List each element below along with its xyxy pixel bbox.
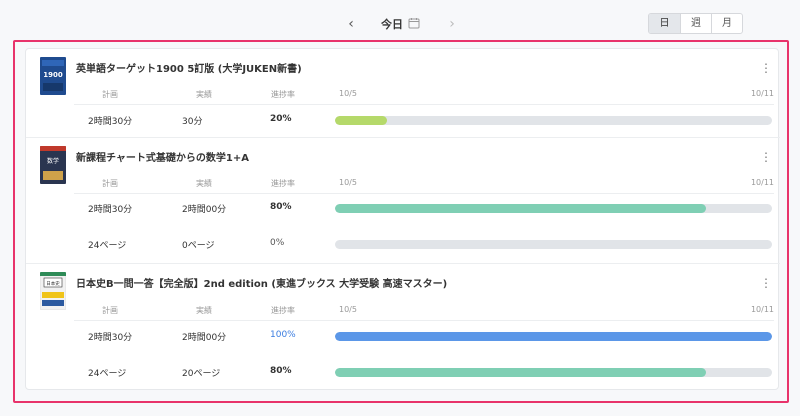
column-header: 計画 実績 進捗率 10/5 10/11: [74, 174, 774, 194]
start-date: 10/5: [339, 305, 357, 314]
current-date-label: 今日: [381, 18, 403, 31]
book-cover-image: 数学: [40, 146, 66, 184]
plan-value: 2時間30分: [88, 333, 133, 343]
progress-fill: [335, 368, 707, 377]
cover-text: 数学: [47, 157, 59, 165]
study-plan-card: 1900 英単語ターゲット1900 5訂版 (大学JUKEN新書) ⋮ 計画 実…: [25, 48, 780, 391]
more-options-icon[interactable]: ⋮: [760, 61, 772, 75]
book-title[interactable]: 新課程チャート式基礎からの数学1+A: [76, 149, 249, 164]
plan-value: 2時間30分: [88, 205, 133, 215]
actual-value: 20ページ: [182, 369, 221, 379]
start-date: 10/5: [339, 178, 357, 187]
end-date: 10/11: [750, 89, 774, 98]
progress-row: 24ページ 20ページ 80%: [74, 365, 774, 381]
header-plan: 計画: [102, 179, 118, 188]
book-title[interactable]: 日本史B一問一答【完全版】2nd edition (東進ブックス 大学受験 高速…: [76, 275, 447, 290]
more-options-icon[interactable]: ⋮: [760, 150, 772, 164]
more-options-icon[interactable]: ⋮: [760, 276, 772, 290]
progress-fill: [335, 204, 707, 213]
header-rate: 進捗率: [271, 179, 295, 188]
end-date: 10/11: [750, 178, 774, 187]
next-day-button[interactable]: ›: [444, 15, 460, 33]
rate-value: 80%: [270, 202, 292, 212]
end-date: 10/11: [750, 305, 774, 314]
progress-row: 2時間30分 2時間00分 80%: [74, 201, 774, 217]
actual-value: 2時間00分: [182, 205, 227, 215]
cover-text: 1900: [43, 71, 63, 79]
progress-track: [335, 332, 772, 341]
header-actual: 実績: [196, 90, 212, 99]
rate-value: 100%: [270, 330, 296, 340]
cover-text: 日本史: [46, 280, 60, 287]
actual-value: 2時間00分: [182, 333, 227, 343]
prev-day-button[interactable]: ‹: [343, 15, 359, 33]
rate-value: 80%: [270, 366, 292, 376]
book-entry: 日本史 日本史B一問一答【完全版】2nd edition (東進ブックス 大学受…: [26, 264, 780, 391]
progress-track: [335, 368, 772, 377]
actual-value: 0ページ: [182, 241, 215, 251]
rate-value: 0%: [270, 238, 285, 248]
progress-row: 2時間30分 2時間00分 100%: [74, 329, 774, 345]
book-title[interactable]: 英単語ターゲット1900 5訂版 (大学JUKEN新書): [76, 60, 302, 75]
progress-track: [335, 204, 772, 213]
tab-day[interactable]: 日: [649, 14, 680, 33]
book-entry: 数学 新課程チャート式基礎からの数学1+A ⋮ 計画 実績 進捗率 10/5 1…: [26, 138, 780, 264]
actual-value: 30分: [182, 117, 203, 127]
header-actual: 実績: [196, 306, 212, 315]
book-cover-image: 日本史: [40, 272, 66, 310]
header-plan: 計画: [102, 306, 118, 315]
rate-value: 20%: [270, 114, 292, 124]
calendar-icon[interactable]: [408, 17, 420, 29]
book-entry: 1900 英単語ターゲット1900 5訂版 (大学JUKEN新書) ⋮ 計画 実…: [26, 49, 780, 138]
header-rate: 進捗率: [271, 306, 295, 315]
progress-row: 2時間30分 30分 20%: [74, 113, 774, 129]
progress-fill: [335, 116, 388, 125]
header-plan: 計画: [102, 90, 118, 99]
start-date: 10/5: [339, 89, 357, 98]
progress-track: [335, 240, 772, 249]
tab-week[interactable]: 週: [680, 14, 711, 33]
progress-track: [335, 116, 772, 125]
plan-value: 24ページ: [88, 369, 127, 379]
view-toggle: 日 週 月: [648, 13, 743, 34]
plan-value: 24ページ: [88, 241, 127, 251]
header-actual: 実績: [196, 179, 212, 188]
tab-month[interactable]: 月: [711, 14, 742, 33]
highlight-frame: 1900 英単語ターゲット1900 5訂版 (大学JUKEN新書) ⋮ 計画 実…: [13, 40, 789, 403]
progress-row: 24ページ 0ページ 0%: [74, 237, 774, 253]
progress-fill: [335, 332, 772, 341]
column-header: 計画 実績 進捗率 10/5 10/11: [74, 301, 774, 321]
header-rate: 進捗率: [271, 90, 295, 99]
plan-value: 2時間30分: [88, 117, 133, 127]
book-cover-image: 1900: [40, 57, 66, 95]
column-header: 計画 実績 進捗率 10/5 10/11: [74, 85, 774, 105]
